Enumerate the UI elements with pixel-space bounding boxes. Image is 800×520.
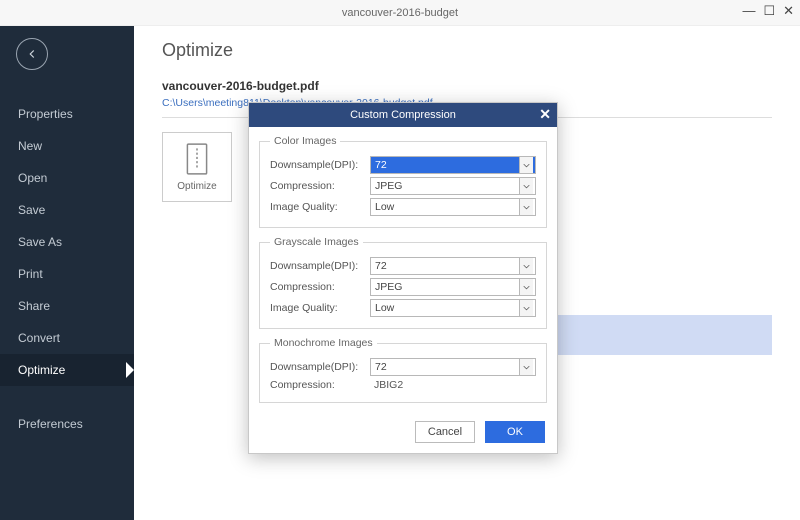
mono-compression-value: JBIG2 <box>370 379 536 391</box>
window-controls: — ☐ ✕ <box>742 4 794 17</box>
chevron-down-icon <box>519 178 533 194</box>
chevron-down-icon <box>519 199 533 215</box>
color-compression-select[interactable]: JPEG <box>370 177 536 195</box>
page-title: Optimize <box>162 40 772 61</box>
sidebar-item-share[interactable]: Share <box>0 290 134 322</box>
sidebar-item-save[interactable]: Save <box>0 194 134 226</box>
chevron-down-icon <box>519 279 533 295</box>
color-quality-select[interactable]: Low <box>370 198 536 216</box>
file-name: vancouver-2016-budget.pdf <box>162 79 772 93</box>
sidebar-item-properties[interactable]: Properties <box>0 98 134 130</box>
legend-gray: Grayscale Images <box>270 236 363 248</box>
cancel-button[interactable]: Cancel <box>415 421 475 443</box>
close-icon[interactable]: ✕ <box>783 4 794 17</box>
optimize-tile-label: Optimize <box>177 181 216 192</box>
optimize-tile[interactable]: Optimize <box>162 132 232 202</box>
minimize-icon[interactable]: — <box>742 4 755 17</box>
titlebar: vancouver-2016-budget — ☐ ✕ <box>0 0 800 26</box>
legend-mono: Monochrome Images <box>270 337 377 349</box>
dialog-titlebar[interactable]: Custom Compression ✕ <box>249 103 557 127</box>
group-grayscale-images: Grayscale Images Downsample(DPI): 72 Com… <box>259 236 547 329</box>
gray-downsample-select[interactable]: 72 <box>370 257 536 275</box>
sidebar: Properties New Open Save Save As Print S… <box>0 26 134 520</box>
chevron-down-icon <box>519 157 533 173</box>
group-monochrome-images: Monochrome Images Downsample(DPI): 72 Co… <box>259 337 547 403</box>
sidebar-item-convert[interactable]: Convert <box>0 322 134 354</box>
dialog-title: Custom Compression <box>350 109 456 121</box>
window-title: vancouver-2016-budget <box>342 7 458 19</box>
legend-color: Color Images <box>270 135 340 147</box>
sidebar-item-save-as[interactable]: Save As <box>0 226 134 258</box>
dialog-close-icon[interactable]: ✕ <box>539 106 551 123</box>
back-button[interactable] <box>16 38 48 70</box>
maximize-icon[interactable]: ☐ <box>763 4 775 17</box>
ok-button[interactable]: OK <box>485 421 545 443</box>
color-downsample-select[interactable]: 72 <box>370 156 536 174</box>
chevron-down-icon <box>519 359 533 375</box>
chevron-down-icon <box>519 258 533 274</box>
chevron-down-icon <box>519 300 533 316</box>
sidebar-item-print[interactable]: Print <box>0 258 134 290</box>
sidebar-item-open[interactable]: Open <box>0 162 134 194</box>
sidebar-item-preferences[interactable]: Preferences <box>0 408 134 440</box>
gray-quality-select[interactable]: Low <box>370 299 536 317</box>
sidebar-item-new[interactable]: New <box>0 130 134 162</box>
group-color-images: Color Images Downsample(DPI): 72 Compres… <box>259 135 547 228</box>
custom-compression-dialog: Custom Compression ✕ Color Images Downsa… <box>248 102 558 454</box>
sidebar-item-optimize[interactable]: Optimize <box>0 354 134 386</box>
gray-compression-select[interactable]: JPEG <box>370 278 536 296</box>
mono-downsample-select[interactable]: 72 <box>370 358 536 376</box>
